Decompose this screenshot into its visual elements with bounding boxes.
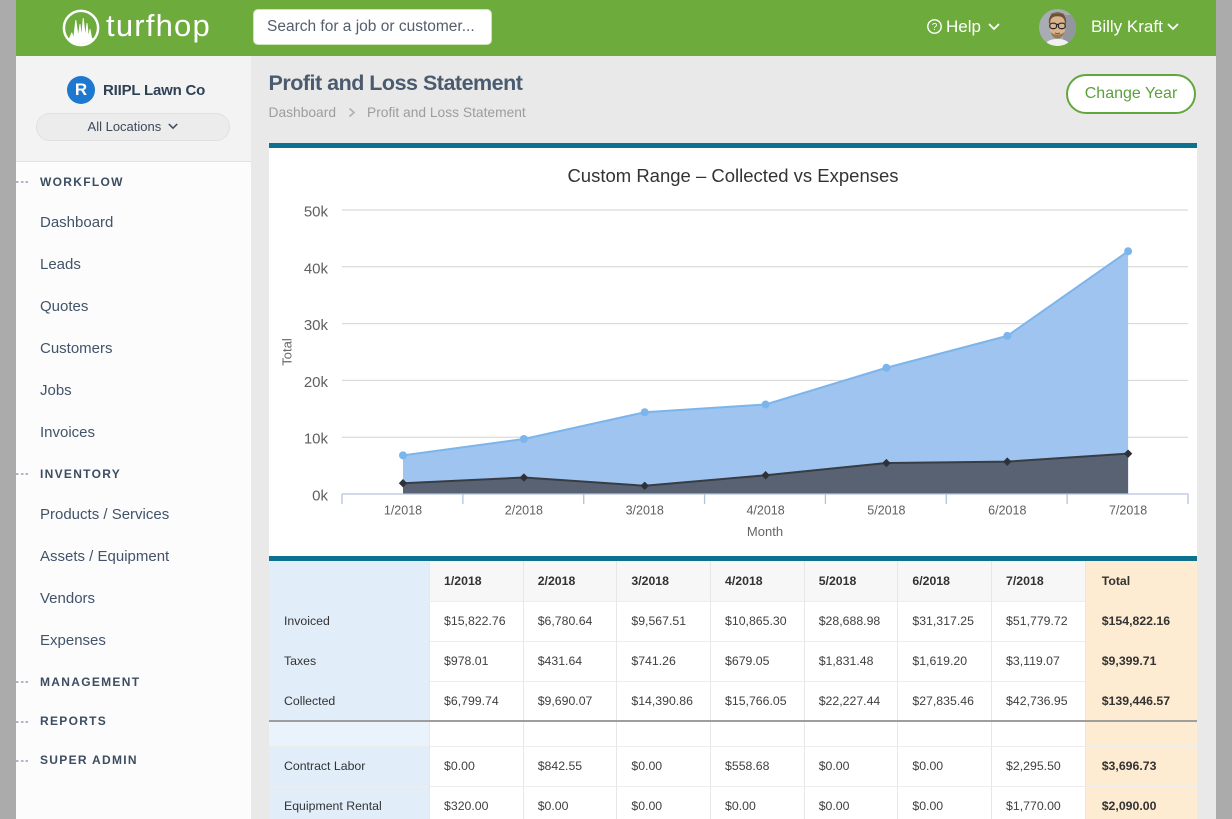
svg-text:Total: Total xyxy=(280,338,295,366)
svg-text:5/2018: 5/2018 xyxy=(867,504,905,518)
svg-text:20k: 20k xyxy=(304,374,329,391)
svg-text:Custom Range – Collected vs Ex: Custom Range – Collected vs Expenses xyxy=(567,165,898,186)
svg-text:40k: 40k xyxy=(304,260,329,277)
svg-text:0k: 0k xyxy=(312,488,328,505)
svg-text:?: ? xyxy=(932,22,938,33)
svg-text:2/2018: 2/2018 xyxy=(505,504,543,518)
svg-text:1/2018: 1/2018 xyxy=(384,504,422,518)
svg-text:10k: 10k xyxy=(304,431,329,448)
svg-text:3/2018: 3/2018 xyxy=(626,504,664,518)
svg-text:30k: 30k xyxy=(304,317,329,334)
svg-text:7/2018: 7/2018 xyxy=(1109,504,1147,518)
svg-text:50k: 50k xyxy=(304,204,329,221)
svg-text:Month: Month xyxy=(747,524,783,539)
svg-text:6/2018: 6/2018 xyxy=(988,504,1026,518)
svg-text:4/2018: 4/2018 xyxy=(746,504,784,518)
